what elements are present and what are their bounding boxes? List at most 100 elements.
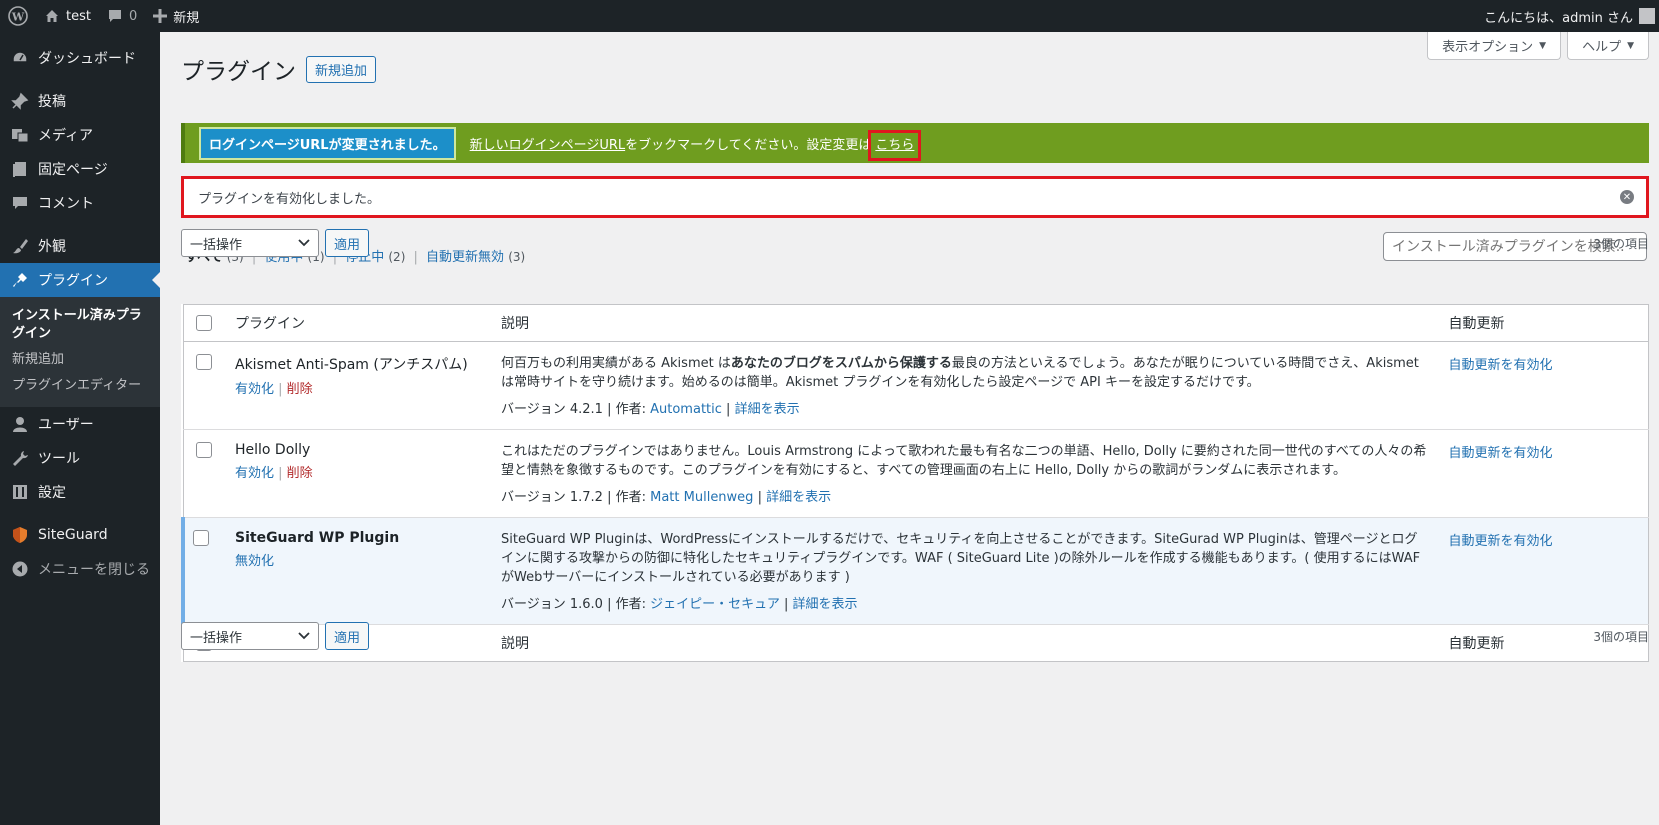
plugin-icon — [10, 270, 30, 290]
home-icon — [44, 8, 60, 24]
notice-text: をブックマークしてください。設定変更は — [625, 137, 872, 153]
plugin-description: 何百万もの利用実績がある Akismet はあなたのブログをスパムから保護する最… — [501, 354, 1429, 392]
bulk-action-select[interactable]: 一括操作 — [181, 622, 319, 650]
apply-button[interactable]: 適用 — [325, 622, 370, 650]
deactivate-link[interactable]: 無効化 — [235, 554, 274, 569]
plugin-name: SiteGuard WP Plugin — [235, 530, 400, 546]
help-button[interactable]: ヘルプ ▼ — [1567, 32, 1649, 60]
sidebar-item-posts[interactable]: 投稿 — [0, 84, 160, 118]
details-link[interactable]: 詳細を表示 — [766, 490, 831, 505]
notice-message: 新しいログインページURLをブックマークしてください。設定変更は こちら — [470, 129, 922, 161]
admin-sidebar: ダッシュボード 投稿 メディア 固定ページ コメント 外観 プラグイン インスト… — [0, 32, 160, 825]
activate-link[interactable]: 有効化 — [235, 382, 274, 397]
sidebar-item-users[interactable]: ユーザー — [0, 407, 160, 441]
comments-count: 0 — [128, 8, 138, 24]
plugins-submenu: インストール済みプラグイン 新規追加 プラグインエディター — [0, 297, 160, 407]
table-row: Hello Dolly 有効化 | 削除 これはただのプラグインではありません。… — [183, 429, 1649, 518]
new-label: 新規 — [173, 10, 200, 26]
submenu-plugin-editor[interactable]: プラグインエディター — [0, 373, 160, 399]
sidebar-item-media[interactable]: メディア — [0, 118, 160, 152]
add-new-plugin-button[interactable]: 新規追加 — [306, 55, 377, 83]
settings-here-link[interactable]: こちら — [868, 129, 922, 161]
bulk-action-select[interactable]: 一括操作 — [181, 229, 319, 257]
collapse-icon — [10, 559, 30, 579]
notice-tag: ログインページURLが変更されました。 — [199, 126, 456, 160]
help-label: ヘルプ — [1582, 40, 1622, 55]
plugin-name: Hello Dolly — [235, 442, 311, 458]
enable-autoupdate-link[interactable]: 自動更新を有効化 — [1449, 358, 1553, 373]
sidebar-item-label: 固定ページ — [38, 162, 108, 178]
plugin-meta: バージョン 4.2.1 | 作者: Automattic | 詳細を表示 — [501, 402, 800, 417]
wrench-icon — [10, 448, 30, 468]
sidebar-item-pages[interactable]: 固定ページ — [0, 152, 160, 186]
plugin-version: バージョン 1.6.0 | 作者: — [501, 597, 646, 612]
bulk-action-value: 一括操作 — [190, 237, 243, 253]
enable-autoupdate-link[interactable]: 自動更新を有効化 — [1449, 446, 1553, 461]
sidebar-item-tools[interactable]: ツール — [0, 441, 160, 475]
row-actions: 無効化 — [235, 550, 481, 569]
brush-icon — [10, 236, 30, 256]
caret-down-icon: ▼ — [1627, 40, 1634, 51]
author-link[interactable]: Automattic — [650, 402, 722, 417]
tablenav-bottom: 一括操作 適用 3個の項目 — [181, 621, 1649, 651]
collapse-menu-button[interactable]: メニューを閉じる — [0, 552, 160, 586]
avatar — [1639, 8, 1655, 24]
sidebar-item-plugins[interactable]: プラグイン — [0, 263, 160, 297]
enable-autoupdate-link[interactable]: 自動更新を有効化 — [1449, 534, 1553, 549]
user-icon — [10, 414, 30, 434]
details-link[interactable]: 詳細を表示 — [793, 597, 858, 612]
my-account-link[interactable]: こんにちは、admin さん — [1476, 0, 1659, 32]
sidebar-item-label: ユーザー — [38, 417, 94, 433]
activation-notice: プラグインを有効化しました。 ✕ — [181, 176, 1649, 218]
submenu-installed-plugins[interactable]: インストール済みプラグイン — [0, 303, 160, 347]
sidebar-item-comments[interactable]: コメント — [0, 186, 160, 220]
sidebar-item-label: メディア — [38, 128, 94, 144]
dismiss-icon[interactable]: ✕ — [1620, 190, 1634, 204]
comments-link[interactable]: 0 — [99, 0, 145, 32]
dashboard-icon — [10, 48, 30, 68]
delete-link[interactable]: 削除 — [287, 382, 313, 397]
admin-bar: W test 0 新規 こんにちは、admin さん — [0, 0, 1659, 32]
sidebar-item-label: ダッシュボード — [38, 51, 136, 67]
submenu-add-new[interactable]: 新規追加 — [0, 347, 160, 373]
new-content-link[interactable]: 新規 — [145, 0, 207, 32]
site-name: test — [66, 8, 91, 24]
row-checkbox[interactable] — [195, 442, 212, 458]
activate-link[interactable]: 有効化 — [235, 466, 274, 481]
sidebar-item-siteguard[interactable]: SiteGuard — [0, 518, 160, 552]
wordpress-logo-icon[interactable]: W — [0, 0, 36, 32]
greeting: こんにちは、admin さん — [1484, 10, 1633, 26]
page-header: プラグイン 新規追加 — [181, 52, 377, 86]
sidebar-item-label: 投稿 — [38, 94, 66, 110]
screen-options-label: 表示オプション — [1442, 40, 1534, 55]
row-checkbox[interactable] — [195, 354, 212, 370]
sidebar-item-label: ツール — [38, 451, 80, 467]
author-link[interactable]: Matt Mullenweg — [650, 490, 753, 505]
items-count: 3個の項目 — [1593, 629, 1649, 644]
chevron-down-icon — [298, 629, 310, 644]
row-checkbox[interactable] — [193, 530, 209, 546]
shield-icon — [10, 525, 30, 545]
settings-icon — [10, 482, 30, 502]
screen-meta-links: 表示オプション ▼ ヘルプ ▼ — [1427, 32, 1649, 60]
apply-button[interactable]: 適用 — [325, 229, 370, 257]
delete-link[interactable]: 削除 — [287, 466, 313, 481]
media-icon — [10, 125, 30, 145]
comment-icon — [10, 193, 30, 213]
sidebar-item-label: メニューを閉じる — [38, 562, 150, 578]
sidebar-item-appearance[interactable]: 外観 — [0, 229, 160, 263]
site-name-link[interactable]: test — [36, 0, 99, 32]
caret-down-icon: ▼ — [1539, 40, 1547, 51]
sidebar-item-settings[interactable]: 設定 — [0, 475, 160, 509]
table-row: SiteGuard WP Plugin 無効化 SiteGuard WP Plu… — [181, 517, 1649, 625]
details-link[interactable]: 詳細を表示 — [735, 402, 800, 417]
new-login-url-link[interactable]: 新しいログインページURL — [470, 138, 626, 153]
column-header-description: 説明 — [491, 304, 1439, 342]
login-url-notice: ログインページURLが変更されました。 新しいログインページURLをブックマーク… — [181, 123, 1649, 163]
plugin-description: これはただのプラグインではありません。Louis Armstrong によって歌… — [501, 444, 1427, 478]
author-link[interactable]: ジェイピー・セキュア — [650, 597, 780, 612]
sidebar-item-dashboard[interactable]: ダッシュボード — [0, 41, 160, 75]
select-all-checkbox[interactable] — [195, 315, 212, 331]
screen-options-button[interactable]: 表示オプション ▼ — [1427, 32, 1562, 60]
sidebar-item-label: 設定 — [38, 485, 66, 501]
